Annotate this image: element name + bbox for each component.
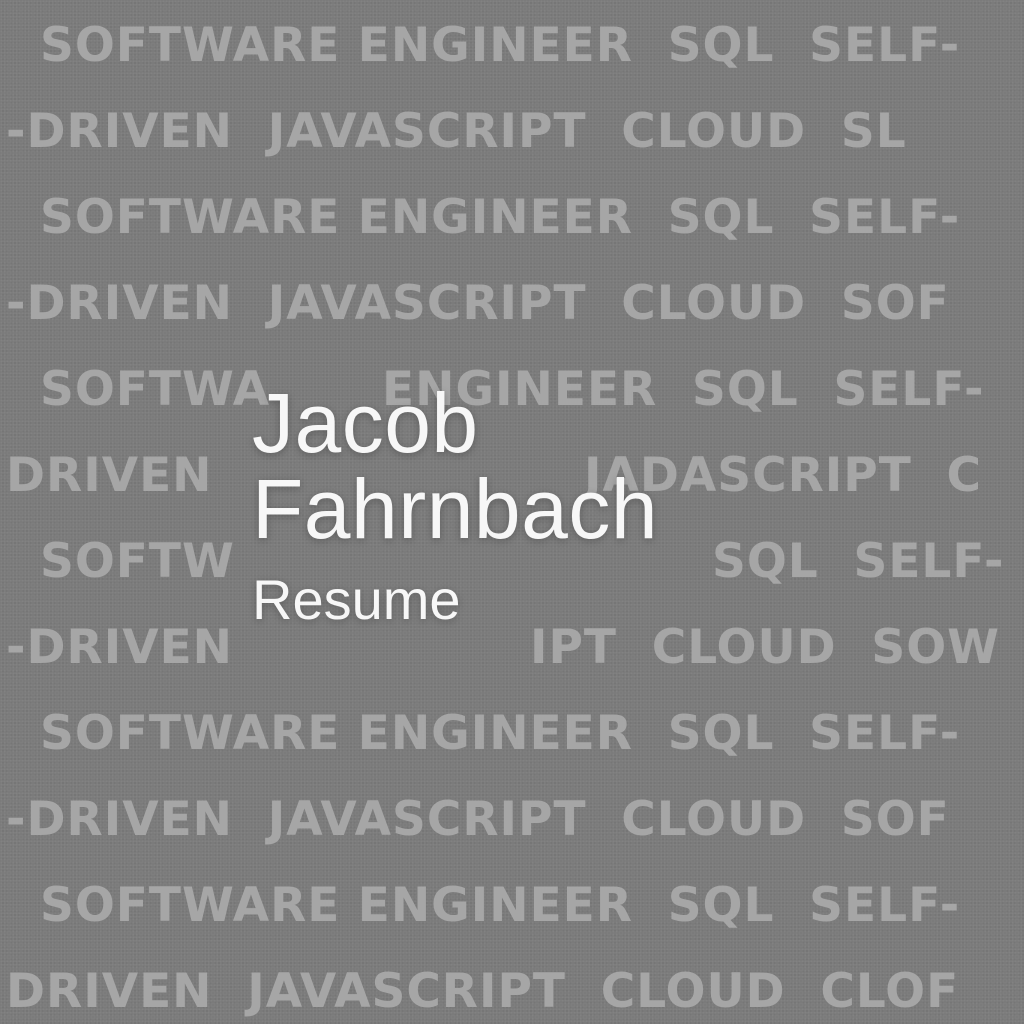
resume-subtitle: Resume bbox=[252, 568, 461, 631]
pattern-row: -DRIVEN JAVASCRIPT CLOUD SOF bbox=[6, 276, 950, 331]
title-block: Jacob Fahrnbach Resume bbox=[252, 380, 658, 630]
pattern-row: -DRIVEN JAVASCRIPT CLOUD SL bbox=[6, 104, 907, 159]
pattern-row: -DRIVEN JAVASCRIPT CLOUD SOF bbox=[6, 792, 950, 847]
pattern-row: -DRIVEN bbox=[6, 620, 234, 675]
pattern-row: SOFTWARE ENGINEER SQL SELF- bbox=[40, 18, 961, 73]
first-name: Jacob bbox=[252, 376, 479, 470]
pattern-row: SOFTWARE ENGINEER SQL SELF- bbox=[40, 190, 961, 245]
pattern-row: SOFTWARE ENGINEER SQL SELF- bbox=[40, 878, 961, 933]
pattern-row: SOFTW bbox=[40, 534, 235, 589]
pattern-fragment: SQL SELF- bbox=[712, 534, 1005, 589]
pattern-row: DRIVEN JAVASCRIPT CLOUD CLOF bbox=[6, 964, 960, 1019]
pattern-row: DRIVEN bbox=[6, 448, 213, 503]
pattern-row: SOFTWA bbox=[40, 362, 271, 417]
last-name: Fahrnbach bbox=[252, 462, 659, 556]
pattern-row: SOFTWARE ENGINEER SQL SELF- bbox=[40, 706, 961, 761]
